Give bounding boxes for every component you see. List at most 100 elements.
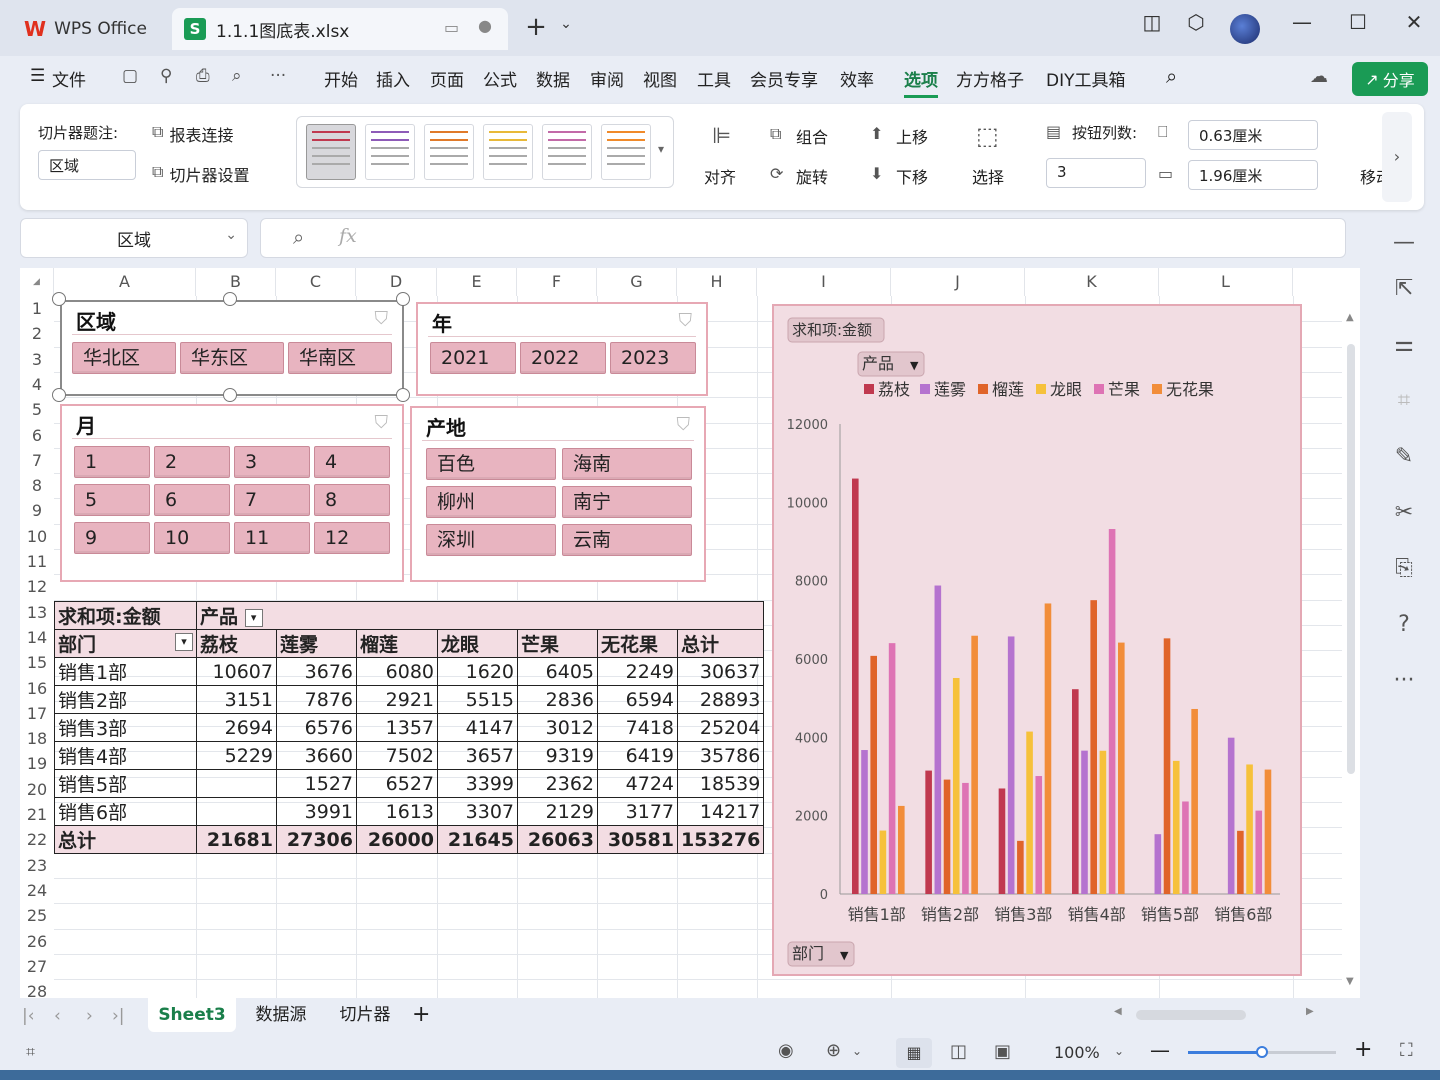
next-sheet-icon[interactable]: › — [86, 1006, 93, 1026]
maximize-icon[interactable]: ☐ — [1340, 10, 1376, 34]
slicer-item[interactable]: 2022 — [520, 342, 606, 374]
chart-bar[interactable] — [1182, 801, 1189, 894]
zoom-chevron-icon[interactable]: ⌄ — [1114, 1044, 1124, 1058]
slicer-item[interactable]: 5 — [74, 484, 150, 516]
chart-bar[interactable] — [852, 478, 859, 894]
chart-bar[interactable] — [1090, 600, 1097, 894]
menu-member[interactable]: 会员专享 — [750, 66, 818, 91]
menu-page[interactable]: 页面 — [430, 66, 464, 91]
columns-input[interactable]: 3 — [1046, 158, 1146, 188]
macro-icon[interactable]: ⌗ — [26, 1042, 35, 1062]
link-icon[interactable]: ⚲ — [160, 66, 172, 86]
row-header[interactable]: 24 — [20, 878, 54, 903]
row-header[interactable]: 8 — [20, 473, 54, 498]
more-icon[interactable]: ··· — [1388, 668, 1420, 693]
chart-bar[interactable] — [1237, 830, 1244, 894]
menu-review[interactable]: 审阅 — [590, 66, 624, 91]
prev-sheet-icon[interactable]: ‹ — [54, 1006, 61, 1026]
row-header[interactable]: 18 — [20, 726, 54, 751]
pivot-cell[interactable]: 2362 — [517, 769, 598, 798]
chart-bar[interactable] — [861, 750, 868, 894]
menu-home[interactable]: 开始 — [324, 66, 358, 91]
row-header[interactable]: 21 — [20, 802, 54, 827]
row-header[interactable]: 2 — [20, 321, 54, 346]
chart-bar[interactable] — [952, 677, 960, 894]
column-header[interactable]: L — [1159, 268, 1293, 296]
print-preview-icon[interactable]: ⌕ — [232, 66, 242, 86]
pivot-cell[interactable]: 1357 — [356, 713, 438, 742]
crop-icon[interactable]: ⌗ — [1388, 388, 1420, 413]
chart-bar[interactable] — [898, 805, 905, 894]
pivot-cell[interactable]: 2694 — [196, 713, 277, 742]
adjust-icon[interactable]: ⚌ — [1388, 332, 1420, 357]
menu-data[interactable]: 数据 — [536, 66, 570, 91]
slicer-item[interactable]: 2023 — [610, 342, 696, 374]
filter-dropdown-icon[interactable]: ▾ — [175, 633, 193, 651]
pivot-cell[interactable]: 2921 — [356, 685, 438, 714]
table-row[interactable]: 销售2部 3151 7876 2921 5515 2836 6594 28893 — [54, 685, 765, 714]
slicer-origin[interactable]: 产地 ⛉ 百色 海南 柳州 南宁 深圳 云南 — [410, 406, 706, 582]
chart-bar[interactable] — [934, 585, 942, 894]
slicer-settings-button[interactable]: ⧉ 切片器设置 — [152, 162, 249, 186]
chart-bar[interactable] — [888, 643, 896, 894]
chart-bar[interactable] — [962, 782, 969, 894]
slicer-item[interactable]: 7 — [234, 484, 310, 516]
slicer-style-6[interactable] — [601, 124, 651, 180]
resize-handle[interactable] — [223, 292, 237, 306]
spreadsheet-grid[interactable]: A B C D E F G H I J K L ◢ 1 2 3 4 5 6 7 8 9 10 11 12 13 14 15 16 17 1… — [20, 268, 1360, 998]
pivot-cell[interactable]: 27306 — [276, 825, 357, 854]
hamburger-icon[interactable]: ☰ — [30, 66, 45, 86]
save-icon[interactable]: ▢ — [122, 66, 138, 86]
pivot-cell[interactable]: 153276 — [676, 825, 765, 854]
chart-bar[interactable] — [1172, 760, 1180, 894]
slicer-item[interactable]: 2021 — [430, 342, 516, 374]
pivot-cell[interactable]: 5515 — [437, 685, 518, 714]
cloud-icon[interactable]: ☁ — [1310, 66, 1328, 87]
pivot-cell[interactable]: 4147 — [437, 713, 518, 742]
row-header[interactable]: 7 — [20, 448, 54, 473]
pivot-cell[interactable]: 4724 — [597, 769, 678, 798]
pivot-cell[interactable]: 3151 — [196, 685, 277, 714]
slicer-item[interactable]: 海南 — [562, 448, 692, 480]
slicer-item[interactable]: 华南区 — [288, 342, 392, 374]
slicer-item[interactable]: 3 — [234, 446, 310, 478]
row-header[interactable]: 19 — [20, 751, 54, 776]
pointer-icon[interactable]: ⇱ — [1388, 276, 1420, 301]
row-header[interactable]: 10 — [20, 524, 54, 549]
slicer-item[interactable]: 12 — [314, 522, 390, 554]
pivot-cell[interactable]: 3012 — [517, 713, 598, 742]
pivot-cell[interactable]: 35786 — [676, 741, 765, 770]
slicer-item[interactable]: 4 — [314, 446, 390, 478]
move-label[interactable]: 移动 — [1360, 164, 1382, 188]
monitor-icon[interactable]: ▭ — [444, 18, 459, 37]
chart-bar[interactable] — [1035, 776, 1043, 894]
pivot-cell[interactable]: 28893 — [676, 685, 765, 714]
slicer-year[interactable]: 年 ⛉ 2021 2022 2023 — [416, 302, 708, 396]
pivot-cell[interactable]: 1613 — [356, 797, 438, 826]
pivot-table[interactable]: 求和项:金额 产品 ▾ 部门 ▾ 荔枝 莲雾 榴莲 龙眼 芒果 无花果 总计 销售… — [54, 601, 765, 854]
resize-handle[interactable] — [52, 388, 66, 402]
pivot-cell[interactable]: 6405 — [517, 657, 598, 686]
chart-bar[interactable] — [1163, 638, 1171, 894]
tab-wps-office[interactable]: W WPS Office — [10, 8, 164, 50]
menu-formula[interactable]: 公式 — [483, 66, 517, 91]
column-header[interactable]: E — [437, 268, 517, 296]
slicer-item[interactable]: 1 — [74, 446, 150, 478]
fx-icon[interactable]: fx — [339, 225, 357, 247]
zoom-formula-icon[interactable]: ⌕ — [293, 225, 304, 249]
caption-input[interactable]: 区域 — [38, 150, 136, 180]
chart-bar[interactable] — [1081, 750, 1088, 894]
row-header[interactable]: 16 — [20, 676, 54, 701]
row-header[interactable]: 9 — [20, 498, 54, 523]
pivot-cell[interactable]: 21681 — [196, 825, 277, 854]
sheet-tab-active[interactable]: Sheet3 — [148, 998, 236, 1032]
row-header[interactable]: 15 — [20, 650, 54, 675]
slicer-region[interactable]: 区域 ⛉ 华北区 华东区 华南区 — [60, 300, 404, 396]
layout-icon[interactable]: ◫ — [1134, 10, 1170, 34]
row-header[interactable]: 22 — [20, 827, 54, 852]
normal-view-icon[interactable]: ▦ — [896, 1038, 932, 1068]
layout-mode-chevron-icon[interactable]: ⌄ — [852, 1044, 862, 1058]
slicer-item[interactable]: 2 — [154, 446, 230, 478]
pivot-cell[interactable]: 14217 — [676, 797, 765, 826]
table-row[interactable]: 销售3部 2694 6576 1357 4147 3012 7418 25204 — [54, 713, 765, 742]
